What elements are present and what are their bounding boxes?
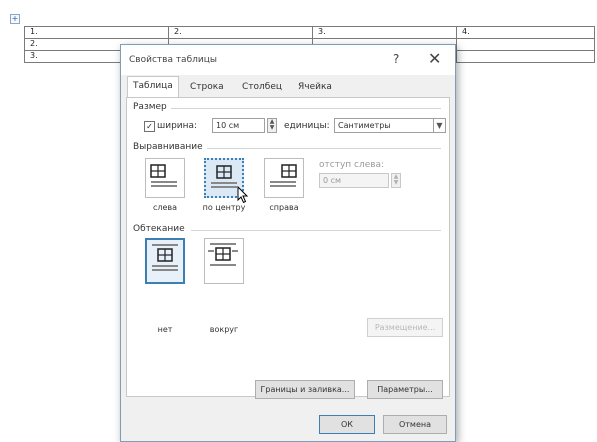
width-spinner[interactable]: ▲ ▼ [267,118,277,133]
alignment-group-label: Выравнивание [133,142,203,152]
align-right-label: справа [269,203,299,212]
align-left-icon [150,164,177,187]
indent-spinner[interactable]: ▲ ▼ [391,173,401,188]
align-right-icon [270,164,297,187]
units-label: единицы: [284,121,330,131]
tab-cell[interactable]: Ячейка [293,78,337,96]
wrapping-divider [191,230,441,231]
dialog-title: Свойства таблицы [129,55,217,65]
indent-label: отступ слева: [319,160,385,170]
table-cell[interactable]: 2. [168,26,313,39]
width-checkbox[interactable]: ✓ [144,121,155,132]
align-left-label: слева [152,203,178,212]
tab-panel-table: Размер ✓ ширина: 10 см ▲ ▼ единицы: Санти… [126,97,450,399]
table-row: 1. 2. 3. 4. [24,26,595,39]
wrap-around-icon [208,243,238,266]
align-left-button[interactable] [145,158,185,198]
align-center-label: по центру [202,203,246,212]
align-right-button[interactable] [264,158,304,198]
table-cell[interactable] [456,50,595,63]
dialog-titlebar[interactable]: Свойства таблицы ? ✕ [121,45,455,75]
size-group-label: Размер [133,102,167,112]
dialog-tabs: Таблица Строка Столбец Ячейка [121,75,455,98]
wrap-none-button[interactable] [145,238,185,284]
wrapping-group-label: Обтекание [133,224,185,234]
width-input[interactable]: 10 см [212,118,265,133]
wrap-around-button[interactable] [204,238,244,284]
table-cell[interactable] [456,38,595,51]
units-select[interactable]: Сантиметры ▼ [334,118,446,133]
close-button[interactable]: ✕ [428,49,441,68]
tab-table[interactable]: Таблица [127,76,179,98]
wrap-none-label: нет [157,325,173,334]
width-label: ширина: [157,121,198,131]
chevron-down-icon[interactable]: ▼ [433,118,445,133]
alignment-divider [207,148,441,149]
size-divider [171,108,441,109]
table-cell[interactable]: 4. [456,26,595,39]
table-move-handle[interactable]: + [10,14,20,24]
table-cell[interactable]: 1. [24,26,169,39]
table-cell[interactable]: 3. [312,26,457,39]
options-button[interactable]: Параметры... [367,380,443,399]
indent-input[interactable]: 0 см [319,173,389,188]
table-properties-dialog: Свойства таблицы ? ✕ Таблица Строка Стол… [120,44,456,442]
help-button[interactable]: ? [393,52,399,66]
cancel-button[interactable]: Отмена [383,415,447,434]
wrap-none-icon [152,244,178,271]
ok-button[interactable]: ОК [319,415,375,434]
mouse-pointer-icon [237,186,249,204]
tab-column[interactable]: Столбец [237,78,287,96]
positioning-button[interactable]: Размещение... [367,318,443,337]
borders-shading-button[interactable]: Границы и заливка... [255,380,355,399]
units-select-value: Сантиметры [338,121,391,130]
wrap-around-label: вокруг [209,325,239,334]
tab-row[interactable]: Строка [185,78,229,96]
